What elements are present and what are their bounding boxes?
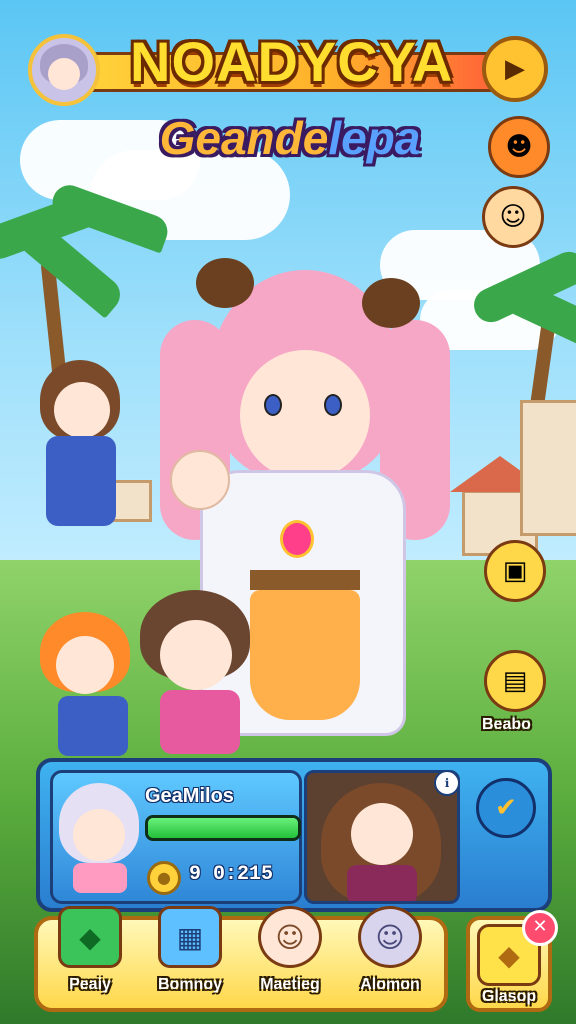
- glasop-card[interactable]: ◆ Glasop ✕: [466, 910, 558, 1012]
- player-avatar[interactable]: [28, 34, 100, 106]
- hair-bun-left: [196, 258, 254, 308]
- nav-item-peaiy[interactable]: ◆ Peaiy: [42, 906, 138, 1006]
- main-character-face: [240, 350, 370, 480]
- avatar-face: [48, 58, 80, 90]
- nav-label-bomnoy: Bomnoy: [158, 976, 222, 993]
- nav-label-maetieg: Maetieg: [260, 976, 320, 993]
- book-icon: ▦: [158, 906, 222, 968]
- character-icon: ☺: [258, 906, 322, 968]
- nav-label-alomon: Alomon: [360, 976, 420, 993]
- game-title: NOADYCYA: [130, 30, 454, 93]
- brunette-face: [54, 382, 110, 438]
- panel-avatar[interactable]: [59, 783, 139, 895]
- checkmark-icon: ✔: [495, 793, 517, 823]
- panel-avatar-outfit: [73, 863, 127, 893]
- panel-avatar-face: [73, 809, 125, 861]
- nav-label-peaiy: Peaiy: [69, 976, 111, 993]
- chest-button[interactable]: ▣: [484, 540, 546, 602]
- smiley-icon: ☻: [505, 132, 533, 162]
- cat-character-icon: ☺: [358, 906, 422, 968]
- health-bar: [145, 815, 301, 841]
- bottom-navigation: ◆ Peaiy ▦ Bomnoy ☺ Maetieg ☺ Alomon: [34, 906, 448, 1012]
- main-character-left-eye: [264, 394, 282, 416]
- game-subtitle: Geandelepa: [150, 110, 430, 166]
- glasop-label: Glasop: [481, 988, 537, 1005]
- orange-hair-outfit: [58, 696, 128, 756]
- brunette-outfit: [46, 436, 116, 526]
- health-bar-fill: [148, 818, 298, 838]
- shop-button[interactable]: ▤: [484, 650, 546, 712]
- friend-avatar-icon: ☺: [499, 202, 527, 232]
- subtitle-part-1: Geande: [159, 112, 329, 164]
- house: [520, 400, 576, 536]
- close-icon[interactable]: ✕: [522, 910, 558, 946]
- nav-item-maetieg[interactable]: ☺ Maetieg: [242, 906, 338, 1006]
- main-character-fist: [170, 450, 230, 510]
- gem-glyph: ◆: [498, 938, 520, 972]
- companion-outfit: [347, 865, 417, 901]
- character-glyph: ☺: [275, 920, 305, 954]
- info-icon[interactable]: ℹ: [434, 770, 460, 796]
- pigtail-face: [160, 620, 232, 690]
- shop-icon: ▤: [502, 666, 528, 696]
- subtitle-part-2: lepa: [328, 112, 421, 164]
- brunette-character[interactable]: [20, 360, 130, 600]
- main-character-right-eye: [324, 394, 342, 416]
- nav-item-bomnoy[interactable]: ▦ Bomnoy: [142, 906, 238, 1006]
- main-character-brooch: [280, 520, 314, 558]
- nav-item-alomon[interactable]: ☺ Alomon: [342, 906, 438, 1006]
- cat-character-glyph: ☺: [375, 920, 405, 954]
- hair-bun-right: [362, 278, 420, 328]
- player-name: GeaMilos: [145, 785, 234, 807]
- player-stats-card: GeaMilos ● 9 0:215: [50, 770, 302, 904]
- coin-icon: ●: [147, 861, 181, 895]
- coin-count: 9 0:215: [189, 863, 274, 886]
- character-info-panel: GeaMilos ● 9 0:215 ℹ ✔: [36, 758, 552, 912]
- green-gem-glyph: ◆: [79, 920, 101, 954]
- main-character-belt: [250, 570, 360, 590]
- green-gem-icon: ◆: [58, 906, 122, 968]
- orange-hair-face: [56, 636, 114, 694]
- shop-label: Beabo: [482, 716, 531, 733]
- pigtail-outfit: [160, 690, 240, 754]
- smiley-button[interactable]: ☻: [488, 116, 550, 178]
- friend-avatar-button[interactable]: ☺: [482, 186, 544, 248]
- play-icon: ▶: [505, 54, 525, 84]
- book-glyph: ▦: [176, 920, 204, 954]
- companion-face: [351, 803, 413, 865]
- play-button[interactable]: ▶: [482, 36, 548, 102]
- pigtail-character[interactable]: [120, 590, 270, 760]
- chest-icon: ▣: [502, 556, 528, 586]
- confirm-button[interactable]: ✔: [476, 778, 536, 838]
